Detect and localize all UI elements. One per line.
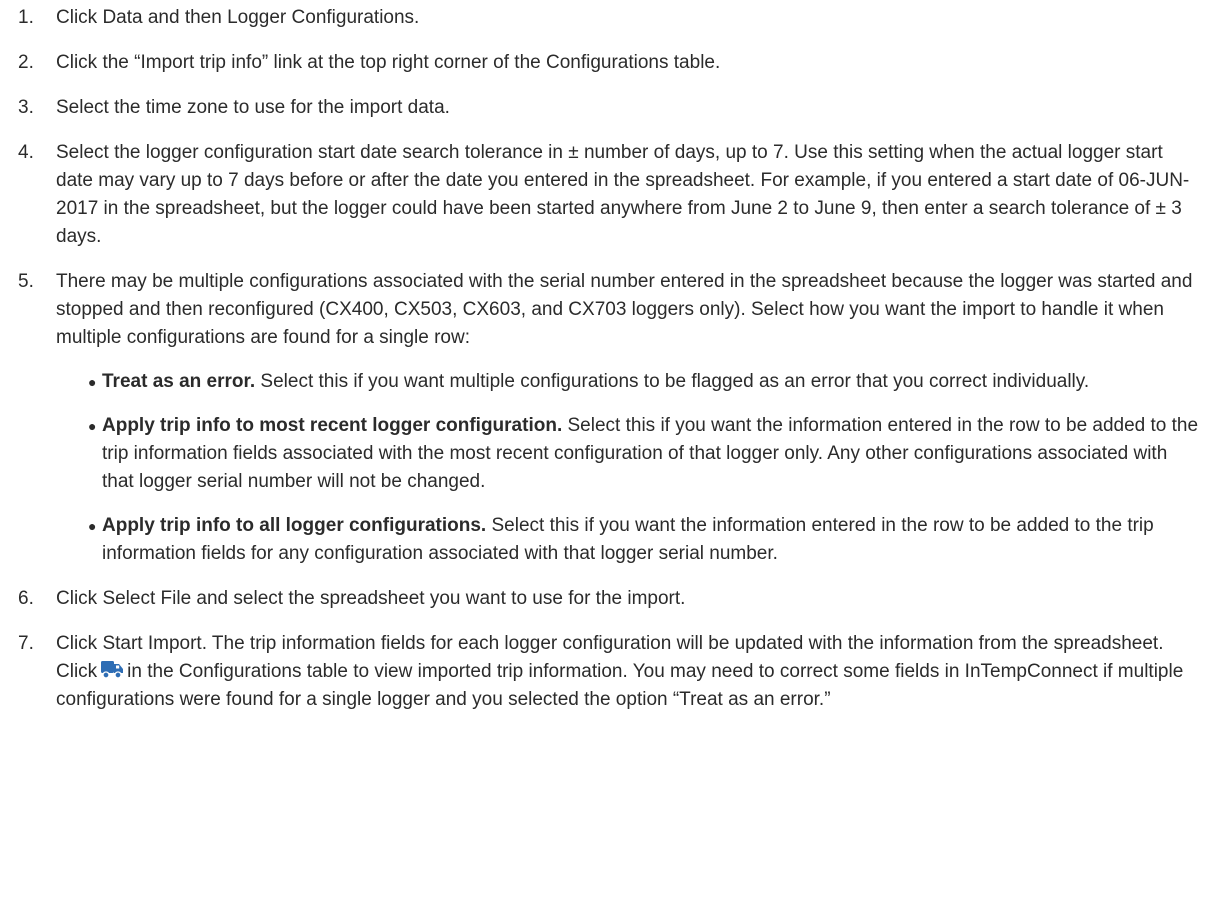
bullet-icon: ● [88,518,97,534]
step-7: 7. Click Start Import. The trip informat… [18,630,1202,714]
step-number: 2. [18,52,34,73]
instructions-document: 1. Click Data and then Logger Configurat… [0,0,1220,714]
truck-icon [101,661,124,679]
option-title: Treat as an error. [102,371,256,392]
option-title: Apply trip info to all logger configurat… [102,515,487,536]
step-number: 7. [18,633,34,654]
bullet-icon: ● [88,418,97,434]
step-number: 5. [18,271,34,292]
step-text: Select the time zone to use for the impo… [56,97,450,118]
option-item-most-recent: ● Apply trip info to most recent logger … [88,412,1202,496]
step-content: Click Start Import. The trip information… [56,630,1202,714]
step-1: 1. Click Data and then Logger Configurat… [18,4,1202,32]
step-text: Click Select File and select the spreads… [56,588,686,609]
step-number: 4. [18,142,34,163]
step-number: 6. [18,588,34,609]
step-2: 2. Click the “Import trip info” link at … [18,49,1202,77]
step-text: There may be multiple configurations ass… [56,271,1193,348]
step-text: Click Data and then Logger Configuration… [56,7,420,28]
step-6: 6. Click Select File and select the spre… [18,585,1202,613]
step-text-after: in the Configurations table to view impo… [56,661,1184,710]
step-number: 1. [18,7,34,28]
option-description: Select this if you want multiple configu… [255,371,1090,392]
option-list: ● Treat as an error. Select this if you … [56,368,1202,568]
option-item-treat-as-error: ● Treat as an error. Select this if you … [88,368,1202,396]
step-text: Click the “Import trip info” link at the… [56,52,721,73]
option-item-all-configurations: ● Apply trip info to all logger configur… [88,512,1202,568]
step-4: 4. Select the logger configuration start… [18,139,1202,251]
step-3: 3. Select the time zone to use for the i… [18,94,1202,122]
option-title: Apply trip info to most recent logger co… [102,415,563,436]
step-number: 3. [18,97,34,118]
step-text: Select the logger configuration start da… [56,142,1190,247]
step-5: 5. There may be multiple configurations … [18,268,1202,568]
bullet-icon: ● [88,374,97,390]
step-content: There may be multiple configurations ass… [56,268,1202,568]
